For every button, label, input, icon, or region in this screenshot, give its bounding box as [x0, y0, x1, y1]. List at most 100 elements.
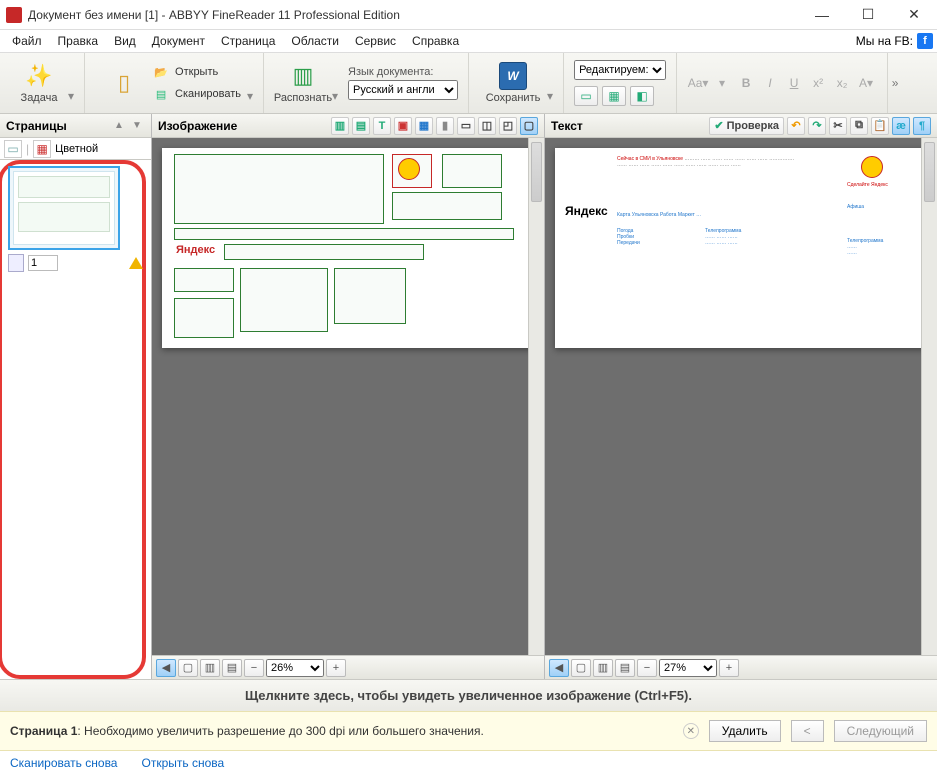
facebook-icon[interactable]: f [917, 33, 933, 49]
txt-tool-cut[interactable]: ✂ [829, 117, 847, 135]
scan-button[interactable]: ▤ Сканировать [153, 86, 241, 102]
pages-up-button[interactable]: ▲ [111, 118, 127, 134]
text-viewport[interactable]: Яндекс Сейчас в СМИ в Ульяновске ……… …… … [545, 138, 937, 655]
menu-view[interactable]: Вид [106, 32, 144, 50]
rescan-link[interactable]: Сканировать снова [10, 756, 117, 770]
txt-tool-prev[interactable]: ↶ [787, 117, 805, 135]
view-pict-button[interactable]: ◧ [630, 86, 654, 106]
img-tool-select[interactable]: ▭ [457, 117, 475, 135]
zoom-hint-bar[interactable]: Щелкните здесь, чтобы увидеть увеличенно… [0, 679, 937, 711]
maximize-button[interactable]: ☐ [845, 0, 891, 30]
main-toolbar: ✨ Задача ▾ ▯ 📂 Открыть ▤ Сканировать ▾ ▥… [0, 52, 937, 114]
txt-view-2[interactable]: ▥ [593, 659, 613, 677]
prev-button[interactable]: < [791, 720, 824, 742]
pages-color-view[interactable]: ▦ [33, 140, 51, 158]
next-button[interactable]: Следующий [834, 720, 927, 742]
txt-tool-next[interactable]: ↷ [808, 117, 826, 135]
font-style-button[interactable]: A▾ [855, 73, 877, 93]
menu-page[interactable]: Страница [213, 32, 283, 50]
view-image-button[interactable]: ▦ [602, 86, 626, 106]
txt-view-1[interactable]: ▢ [571, 659, 591, 677]
image-pane-title: Изображение [158, 119, 237, 133]
open-scan-dropdown[interactable]: ▾ [247, 89, 253, 109]
task-dropdown[interactable]: ▾ [68, 89, 74, 109]
img-view-1[interactable]: ▢ [178, 659, 198, 677]
img-tool-text-area[interactable]: T [373, 117, 391, 135]
img-tool-barcode[interactable]: ▮ [436, 117, 454, 135]
menu-file[interactable]: Файл [4, 32, 50, 50]
img-view-3[interactable]: ▤ [222, 659, 242, 677]
image-viewport[interactable]: Яндекс [152, 138, 544, 655]
image-scrollbar-v[interactable] [528, 138, 544, 655]
menu-areas[interactable]: Области [283, 32, 347, 50]
bold-button[interactable]: B [735, 73, 757, 93]
img-tool-crop[interactable]: ◰ [499, 117, 517, 135]
font-select[interactable]: Aa▾ [687, 73, 709, 93]
warning-close-button[interactable]: ✕ [683, 723, 699, 739]
window-controls: — ☐ ✕ [799, 0, 937, 30]
yandex-text: Яндекс [176, 244, 215, 257]
img-nav-first[interactable]: ◀ [156, 659, 176, 677]
scanner-icon: ▤ [153, 86, 169, 102]
task-button[interactable]: ✨ Задача [10, 56, 68, 110]
pages-down-button[interactable]: ▼ [129, 118, 145, 134]
task-label: Задача [21, 92, 58, 104]
close-button[interactable]: ✕ [891, 0, 937, 30]
new-page-button[interactable]: ▯ [95, 56, 153, 110]
subscript-button[interactable]: x₂ [831, 73, 853, 93]
img-tool-read[interactable]: ▤ [352, 117, 370, 135]
image-zoom-select[interactable]: 26% [266, 659, 324, 677]
minimize-button[interactable]: — [799, 0, 845, 30]
img-tool-picture-area[interactable]: ▣ [394, 117, 412, 135]
pages-title: Страницы [6, 119, 67, 133]
img-tool-table-area[interactable]: ▦ [415, 117, 433, 135]
menu-document[interactable]: Документ [144, 32, 213, 50]
page-thumbnail[interactable] [8, 166, 120, 250]
menu-edit[interactable]: Правка [50, 32, 107, 50]
delete-button[interactable]: Удалить [709, 720, 781, 742]
wand-icon: ✨ [25, 62, 53, 90]
warning-text: : Необходимо увеличить разрешение до 300… [77, 724, 483, 738]
underline-button[interactable]: U [783, 73, 805, 93]
txt-tool-para[interactable]: ¶ [913, 117, 931, 135]
view-page-button[interactable]: ▭ [574, 86, 598, 106]
img-tool-analyze[interactable]: ▥ [331, 117, 349, 135]
img-view-2[interactable]: ▥ [200, 659, 220, 677]
save-button[interactable]: W Сохранить [479, 56, 547, 110]
toolbar-overflow[interactable]: » [888, 53, 902, 113]
menu-help[interactable]: Справка [404, 32, 467, 50]
pages-panel: Страницы ▲ ▼ ▭ | ▦ Цветной [0, 114, 152, 679]
warning-icon [129, 257, 143, 269]
pages-mode-label: Цветной [55, 143, 98, 155]
app-icon [6, 7, 22, 23]
recognize-dropdown[interactable]: ▾ [332, 89, 338, 109]
txt-tool-copy[interactable]: ⧉ [850, 117, 868, 135]
recognize-button[interactable]: ▥ Распознать [274, 56, 332, 110]
check-button[interactable]: ✔ Проверка [709, 117, 784, 135]
open-button[interactable]: 📂 Открыть [153, 64, 241, 80]
txt-zoom-out[interactable]: − [637, 659, 657, 677]
text-zoom-select[interactable]: 27% [659, 659, 717, 677]
italic-button[interactable]: I [759, 73, 781, 93]
txt-tool-link[interactable]: æ [892, 117, 910, 135]
window-title: Документ без имени [1] - ABBYY FineReade… [28, 8, 799, 22]
img-zoom-in[interactable]: + [326, 659, 346, 677]
txt-view-3[interactable]: ▤ [615, 659, 635, 677]
size-select[interactable]: ▾ [711, 73, 733, 93]
page-number-input[interactable] [28, 255, 58, 271]
superscript-button[interactable]: x² [807, 73, 829, 93]
text-scrollbar-v[interactable] [921, 138, 937, 655]
txt-zoom-in[interactable]: + [719, 659, 739, 677]
img-tool-eraser[interactable]: ◫ [478, 117, 496, 135]
layout-mode-select[interactable]: Редактируем: [574, 60, 666, 80]
warning-message: Страница 1: Необходимо увеличить разреше… [10, 724, 673, 738]
reopen-link[interactable]: Открыть снова [141, 756, 224, 770]
save-dropdown[interactable]: ▾ [547, 89, 553, 109]
txt-tool-paste[interactable]: 📋 [871, 117, 889, 135]
img-zoom-out[interactable]: − [244, 659, 264, 677]
img-tool-fit[interactable]: ▢ [520, 117, 538, 135]
menu-service[interactable]: Сервис [347, 32, 404, 50]
pages-list-view[interactable]: ▭ [4, 140, 22, 158]
txt-nav-first[interactable]: ◀ [549, 659, 569, 677]
language-select[interactable]: Русский и англи [348, 80, 458, 100]
